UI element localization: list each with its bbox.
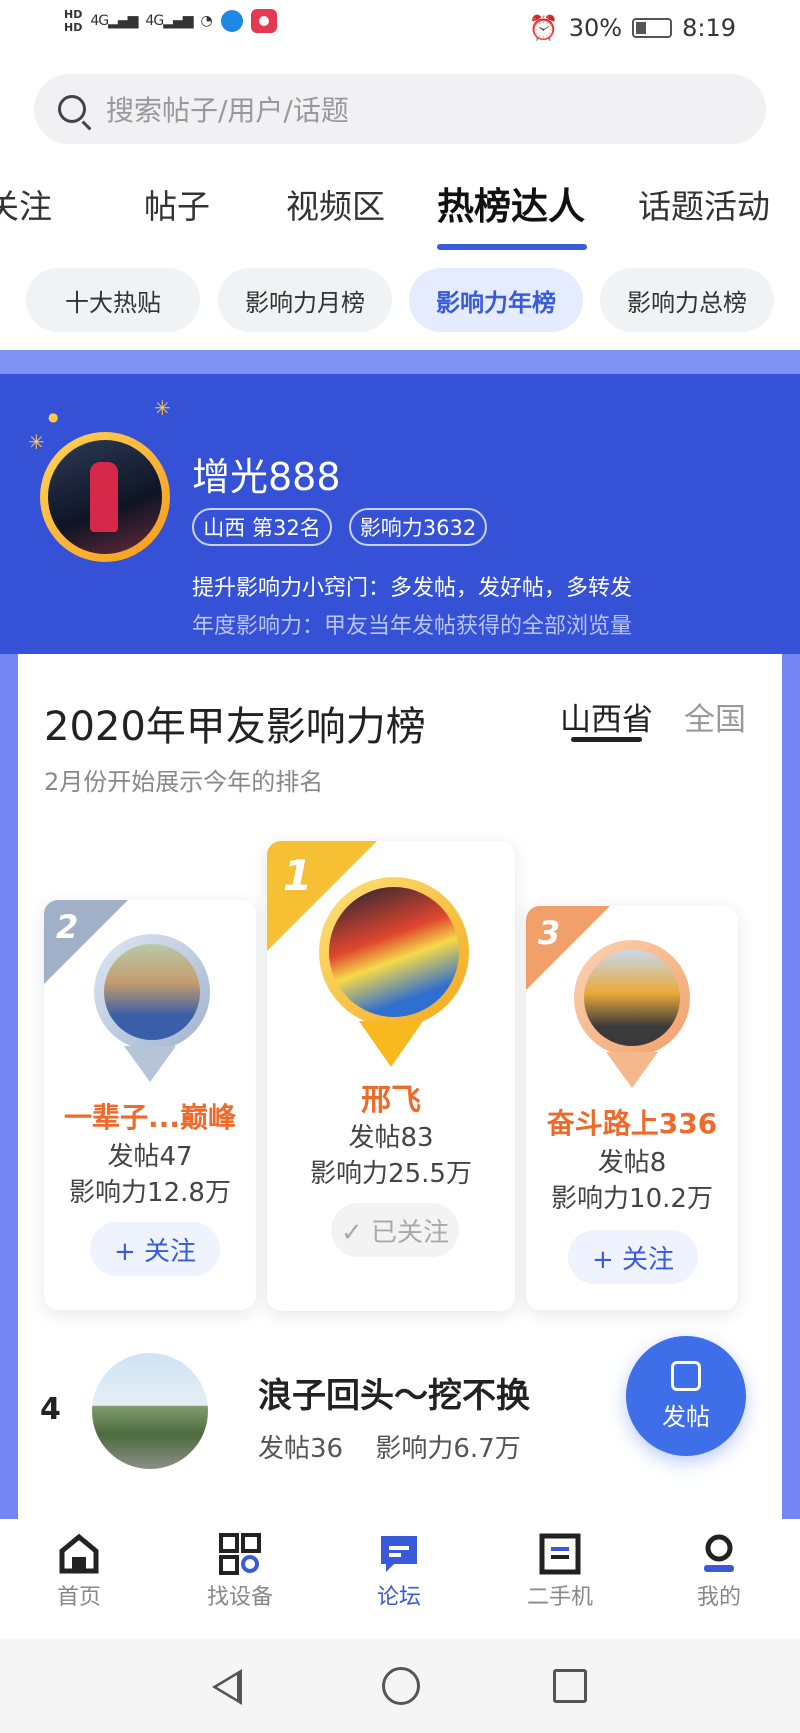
region-national-tab[interactable]: 全国 [684,694,746,739]
band-top-strip [0,350,800,374]
follow-button[interactable]: + 关注 [568,1230,698,1284]
home-icon [58,1533,100,1575]
hd-2-label: HD [64,21,83,34]
nav-home[interactable]: 首页 [24,1533,134,1611]
new-post-label: 发帖 [662,1402,710,1431]
list-posts: 发帖36 [258,1434,344,1464]
nav-mine-label: 我的 [696,1585,741,1610]
nav-find-equipment-label: 找设备 [206,1585,273,1610]
recent-apps-icon[interactable] [553,1669,587,1703]
clock: 8:19 [682,14,736,42]
nav-find-equipment[interactable]: 找设备 [185,1533,295,1611]
bottom-nav: 首页 找设备 论坛 二手机 我的 [0,1519,800,1639]
chip-all-time[interactable]: 影响力总榜 [600,268,774,332]
gold-medal-avatar[interactable] [319,877,469,1027]
edit-icon [671,1360,701,1391]
forum-chat-icon [378,1533,420,1575]
podium-name[interactable]: 邢飞 [267,1075,515,1119]
search-bar[interactable]: 搜索帖子/用户/话题 [34,74,766,144]
alarm-icon: ⏰ [528,14,559,42]
tab-hot-experts[interactable]: 热榜达人 [437,176,585,230]
battery-percent: 30% [568,14,623,42]
nav-forum-label: 论坛 [376,1585,421,1610]
region-province-tab[interactable]: 山西省 [560,694,653,739]
silver-medal-avatar[interactable] [94,934,210,1050]
chip-monthly[interactable]: 影响力月榜 [218,268,392,332]
list-stats: 发帖36 影响力6.7万 [258,1428,521,1465]
rank-number: 3 [538,914,561,952]
chip-top-ten[interactable]: 十大热贴 [26,268,200,332]
top-tabs: 关注 帖子 视频区 热榜达人 话题活动 [0,170,800,260]
hd-1-label: HD [64,8,83,21]
nav-used-machines-label: 二手机 [526,1585,593,1610]
search-placeholder: 搜索帖子/用户/话题 [106,94,349,127]
follow-button[interactable]: + 关注 [90,1222,220,1276]
gold-ribbon [359,1021,423,1067]
tab-video[interactable]: 视频区 [286,180,385,228]
new-post-button[interactable]: 发帖 [626,1336,746,1456]
nav-mine[interactable]: 我的 [664,1533,774,1611]
my-username: 增光888 [192,455,341,499]
sparkle-icon: ✳ [154,396,171,420]
battery-icon [632,18,673,38]
bronze-medal-avatar[interactable] [574,940,690,1056]
podium-card-1[interactable]: 1 邢飞 发帖83 影响力25.5万 ✓ 已关注 [267,841,515,1311]
influence-definition: 年度影响力：甲友当年发帖获得的全部浏览量 [192,614,633,639]
back-icon[interactable] [212,1669,242,1705]
podium-card-2[interactable]: 2 一辈子...巅峰 发帖47 影响力12.8万 + 关注 [44,900,256,1310]
signal-2-icon: 4G▂▄▆ [145,13,193,29]
podium-influence: 影响力12.8万 [69,1178,231,1208]
active-tab-indicator [437,244,587,250]
nav-home-label: 首页 [56,1585,101,1610]
list-name[interactable]: 浪子回头～挖不换 [258,1368,530,1417]
my-region-rank-badge: 山西 第32名 [192,508,332,546]
podium-posts: 发帖8 [597,1148,667,1178]
chip-yearly[interactable]: 影响力年榜 [409,268,583,332]
home-circle-icon[interactable] [382,1667,420,1705]
tab-posts[interactable]: 帖子 [144,180,210,228]
wifi-icon: ◔ [200,13,213,29]
podium-card-3[interactable]: 3 奋斗路上336 发帖8 影响力10.2万 + 关注 [526,906,738,1310]
list-influence: 影响力6.7万 [375,1434,521,1464]
region-tab-indicator [571,737,642,742]
recording-icon [250,9,277,33]
list-avatar[interactable] [92,1353,208,1469]
profile-icon [698,1533,740,1575]
search-icon [58,95,86,123]
nav-used-machines[interactable]: 二手机 [505,1533,615,1611]
influence-tip: 提升影响力小窍门：多发帖，发好帖，多转发 [192,576,633,601]
podium-influence: 影响力25.5万 [310,1159,472,1189]
system-nav-bar [0,1639,800,1733]
podium-influence: 影响力10.2万 [551,1184,713,1214]
status-bar: HD HD 4G▂▄▆ 4G▂▄▆ ◔ ⏰ 30% 8:19 [0,0,800,62]
my-influence-badge: 影响力3632 [349,508,487,546]
ranking-title: 2020年甲友影响力榜 [44,704,426,750]
followed-button[interactable]: ✓ 已关注 [331,1203,459,1257]
card-frame-left [0,654,18,1519]
my-avatar[interactable] [40,432,170,562]
sparkle-icon: ✳ [28,430,45,454]
forum-hot-ranking-screen: HD HD 4G▂▄▆ 4G▂▄▆ ◔ ⏰ 30% 8:19 搜索帖子/用户/话… [0,0,800,1733]
bronze-ribbon [606,1052,658,1088]
hd-indicator: HD HD [64,8,82,34]
app-notification-icon [220,10,243,32]
grid-search-icon [219,1533,261,1575]
rank-number: 1 [283,851,313,900]
list-rank: 4 [40,1392,61,1427]
ranking-subtitle: 2月份开始展示今年的排名 [44,768,324,796]
rank-number: 2 [56,908,79,946]
podium-posts: 发帖47 [107,1142,193,1172]
sparkle-icon: ● [48,410,59,424]
signal-1-icon: 4G▂▄▆ [90,13,138,29]
tab-follow[interactable]: 关注 [0,180,52,228]
tab-topics[interactable]: 话题活动 [638,180,770,228]
nav-forum[interactable]: 论坛 [344,1533,454,1611]
card-frame-right [782,654,800,1519]
silver-ribbon [124,1046,176,1082]
podium-name[interactable]: 一辈子...巅峰 [44,1096,256,1136]
podium-posts: 发帖83 [348,1123,434,1153]
podium-name[interactable]: 奋斗路上336 [526,1102,738,1142]
document-icon [539,1533,581,1575]
